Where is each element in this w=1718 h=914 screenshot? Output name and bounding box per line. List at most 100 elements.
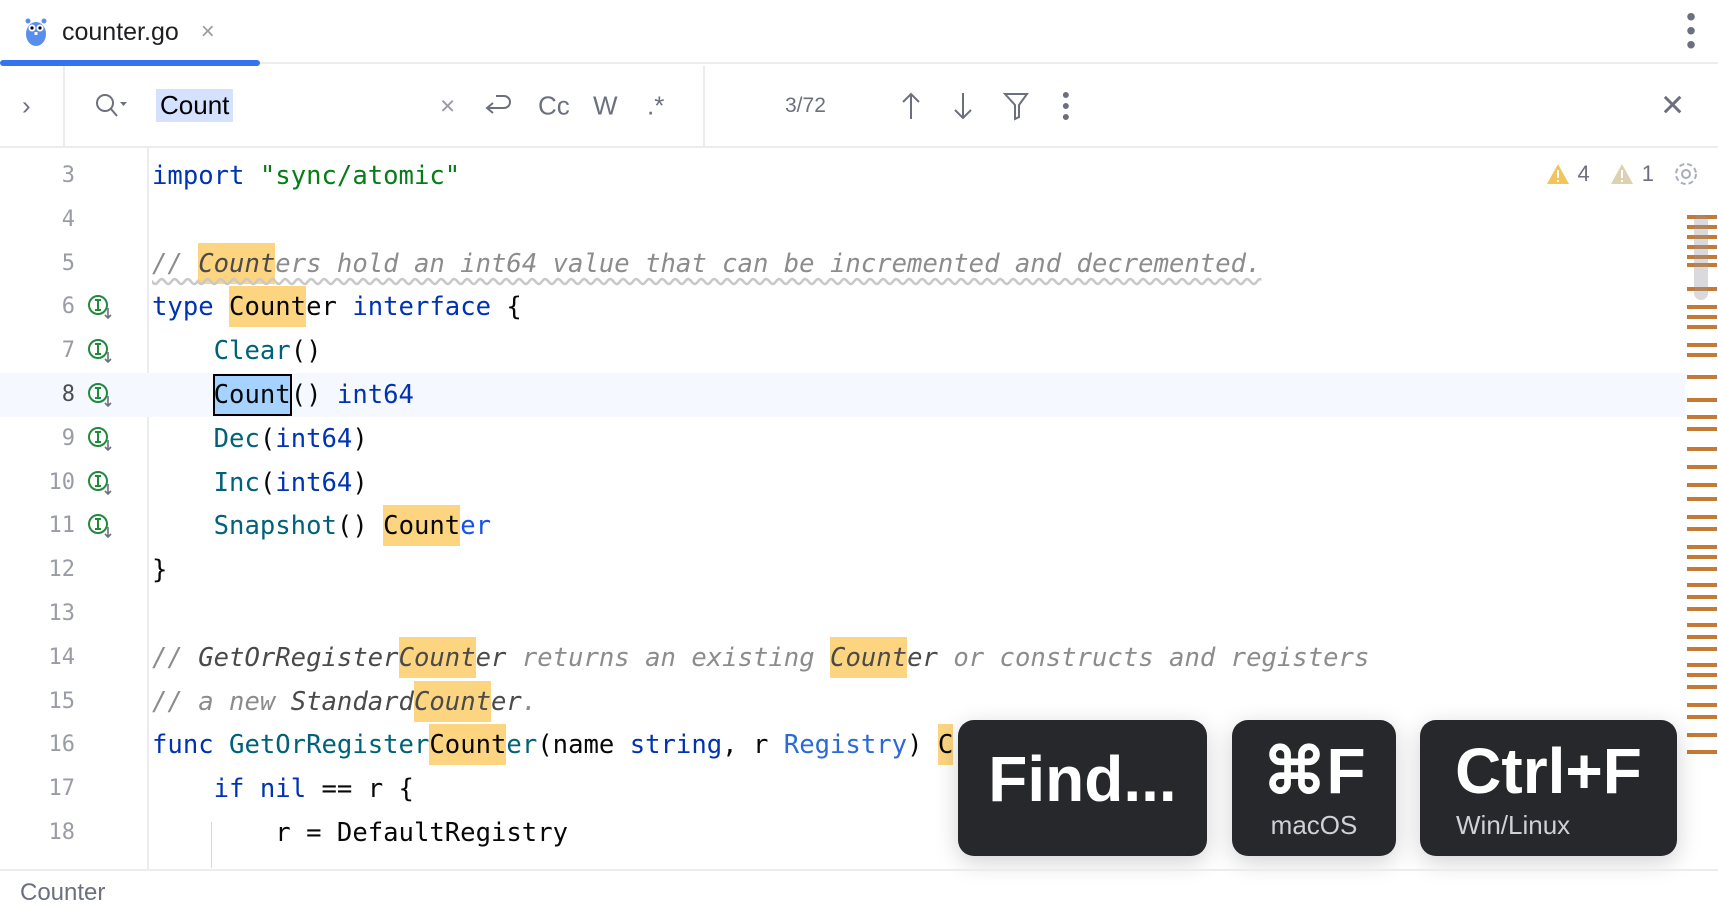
match-stripe-marker[interactable] [1687, 685, 1717, 689]
match-stripe-marker[interactable] [1687, 447, 1717, 451]
implemented-gutter-icon[interactable] [88, 513, 114, 539]
match-stripe-marker[interactable] [1687, 583, 1717, 587]
code-line[interactable]: 6type Counter interface { [0, 285, 1685, 329]
match-stripe-marker[interactable] [1687, 703, 1717, 707]
match-stripe-marker[interactable] [1687, 623, 1717, 627]
implemented-gutter-icon[interactable] [88, 382, 114, 408]
match-stripe-marker[interactable] [1687, 353, 1717, 357]
code-token: er [460, 511, 491, 541]
whole-words-toggle[interactable]: W [593, 91, 618, 122]
match-stripe-marker[interactable] [1687, 415, 1717, 419]
code-line[interactable]: 9 Dec(int64) [0, 417, 1685, 461]
search-history-icon[interactable] [94, 92, 128, 120]
match-stripe-marker[interactable] [1687, 427, 1717, 431]
arrow-up-icon[interactable] [900, 91, 922, 121]
match-stripe-marker[interactable] [1687, 465, 1717, 469]
code-token: () [291, 380, 337, 410]
more-options-icon[interactable]: ••• [1062, 90, 1070, 123]
arrow-down-icon[interactable] [952, 91, 974, 121]
weak-warning-count: 1 [1642, 161, 1654, 187]
match-stripe-marker[interactable] [1687, 607, 1717, 611]
code-token: r = DefaultRegistry [152, 818, 568, 848]
match-stripe-marker[interactable] [1687, 527, 1717, 531]
code-line[interactable]: 4 [0, 198, 1685, 242]
code-token: . [522, 687, 537, 717]
code-line[interactable]: 10 Inc(int64) [0, 461, 1685, 505]
search-match: Count [214, 375, 291, 415]
code-line[interactable]: 14// GetOrRegisterCounter returns an exi… [0, 636, 1685, 680]
line-number: 14 [0, 645, 75, 670]
code-line[interactable]: 13 [0, 592, 1685, 636]
warning-icon [1546, 163, 1570, 185]
line-number: 11 [0, 513, 75, 538]
implemented-gutter-icon[interactable] [88, 294, 114, 320]
code-line[interactable]: 7 Clear() [0, 329, 1685, 373]
more-vertical-icon[interactable]: ••• [1686, 10, 1696, 52]
search-input[interactable]: Count [156, 89, 233, 122]
implemented-gutter-icon[interactable] [88, 470, 114, 496]
code-token: er [907, 643, 938, 673]
inspection-widget[interactable]: 4 1 [1546, 160, 1701, 188]
match-stripe-marker[interactable] [1687, 545, 1717, 549]
code-line[interactable]: 15// a new StandardCounter. [0, 680, 1685, 724]
code-text: Dec(int64) [152, 422, 368, 456]
match-stripe-marker[interactable] [1687, 567, 1717, 571]
match-stripe-marker[interactable] [1687, 750, 1717, 754]
close-tab-icon[interactable]: × [201, 18, 215, 46]
code-line[interactable]: 8 Count() int64 [0, 373, 1685, 417]
match-stripe-marker[interactable] [1687, 515, 1717, 519]
gear-icon[interactable] [1672, 160, 1700, 188]
filter-icon[interactable] [1003, 91, 1029, 121]
code-line[interactable]: 12} [0, 548, 1685, 592]
multiline-icon[interactable] [482, 92, 512, 120]
divider [703, 66, 705, 146]
close-find-icon[interactable]: ✕ [1660, 89, 1685, 124]
code-line[interactable]: 3import "sync/atomic" [0, 154, 1685, 198]
line-number: 13 [0, 601, 75, 626]
scrollbar-thumb[interactable] [1694, 215, 1708, 300]
code-token: GetOrRegister [229, 730, 429, 760]
search-match: Count [830, 637, 907, 678]
match-stripe-marker[interactable] [1687, 647, 1717, 651]
match-case-toggle[interactable]: Cc [538, 91, 570, 122]
code-token: , r [722, 730, 784, 760]
code-line[interactable]: 5// Counters hold an int64 value that ca… [0, 242, 1685, 286]
match-stripe-marker[interactable] [1687, 663, 1717, 667]
code-text: // Counters hold an int64 value that can… [152, 247, 1261, 281]
match-stripe-marker[interactable] [1687, 325, 1717, 329]
regex-toggle[interactable]: .* [647, 91, 664, 122]
implemented-gutter-icon[interactable] [88, 426, 114, 452]
indent-guide [211, 822, 212, 868]
match-stripe-marker[interactable] [1687, 635, 1717, 639]
match-stripe-marker[interactable] [1687, 555, 1717, 559]
match-stripe-marker[interactable] [1687, 305, 1717, 309]
code-token: func [152, 730, 229, 760]
code-token: ) [352, 468, 367, 498]
match-stripe-marker[interactable] [1687, 715, 1717, 719]
clear-search-icon[interactable]: × [440, 91, 455, 122]
implemented-gutter-icon[interactable] [88, 338, 114, 364]
expand-chevron-icon[interactable]: › [22, 91, 31, 122]
breadcrumb[interactable]: Counter [20, 879, 105, 906]
line-number: 10 [0, 470, 75, 495]
code-token: // [152, 643, 198, 673]
match-stripe-marker[interactable] [1687, 673, 1717, 677]
match-stripe-marker[interactable] [1687, 398, 1717, 402]
code-token: Registry [784, 730, 907, 760]
code-line[interactable]: 11 Snapshot() Counter [0, 504, 1685, 548]
match-stripe-marker[interactable] [1687, 343, 1717, 347]
match-stripe-marker[interactable] [1687, 375, 1717, 379]
code-token: ( [260, 424, 275, 454]
match-stripe-marker[interactable] [1687, 497, 1717, 501]
code-token: nil [260, 774, 306, 804]
error-stripe-scrollbar[interactable] [1687, 215, 1717, 835]
match-stripe-marker[interactable] [1687, 315, 1717, 319]
match-stripe-marker[interactable] [1687, 483, 1717, 487]
match-stripe-marker[interactable] [1687, 595, 1717, 599]
match-stripe-marker[interactable] [1687, 733, 1717, 737]
win-linux-shortcut: Ctrl+F [1420, 734, 1677, 808]
code-token: () [337, 511, 383, 541]
code-text: Count() int64 [152, 378, 414, 412]
tab-counter-go[interactable]: counter.go × [0, 0, 260, 64]
code-token: GetOrRegister [198, 643, 398, 673]
